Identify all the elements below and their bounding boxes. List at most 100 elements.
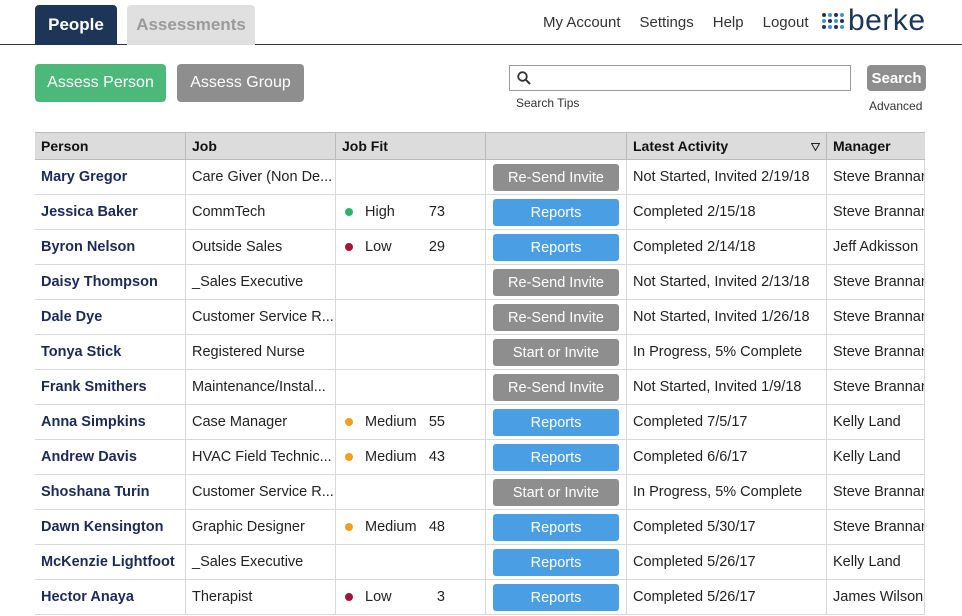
logo-dot — [822, 13, 826, 17]
table-row[interactable]: Tonya Stick Registered Nurse Start or Invi… — [35, 335, 925, 370]
job-cell: HVAC Field Technic... — [185, 440, 335, 474]
latest-activity-cell: Not Started, Invited 1/9/18 — [626, 370, 826, 404]
person-name-link[interactable]: McKenzie Lightfoot — [35, 545, 185, 579]
job-fit-cell: Medium 43 — [335, 440, 485, 474]
header-person[interactable]: Person — [35, 133, 185, 160]
table-row[interactable]: Frank Smithers Maintenance/Instal... Re-Se… — [35, 370, 925, 405]
table-row[interactable]: Mary Gregor Care Giver (Non De... Re-Send … — [35, 160, 925, 195]
table-row[interactable]: Jessica Baker CommTech High 73 Reports Comple… — [35, 195, 925, 230]
action-cell: Re-Send Invite — [485, 265, 626, 299]
search-box — [509, 65, 851, 91]
reports-button[interactable]: Reports — [493, 584, 619, 611]
table-row[interactable]: Daisy Thompson _Sales Executive Re-Send In… — [35, 265, 925, 300]
person-name-link[interactable]: Frank Smithers — [35, 370, 185, 404]
logo-dot — [828, 19, 832, 23]
action-cell: Re-Send Invite — [485, 370, 626, 404]
person-name-link[interactable]: Anna Simpkins — [35, 405, 185, 439]
person-name-link[interactable]: Mary Gregor — [35, 160, 185, 194]
job-cell: Outside Sales — [185, 230, 335, 264]
resend-invite-button[interactable]: Re-Send Invite — [493, 164, 619, 191]
header-job-fit[interactable]: Job Fit — [335, 133, 485, 160]
job-cell: Care Giver (Non De... — [185, 160, 335, 194]
person-name-link[interactable]: Dawn Kensington — [35, 510, 185, 544]
table-row[interactable]: Byron Nelson Outside Sales Low 29 Reports Com… — [35, 230, 925, 265]
header-manager[interactable]: Manager — [826, 133, 925, 160]
assess-person-button[interactable]: Assess Person — [35, 64, 166, 102]
action-cell: Start or Invite — [485, 475, 626, 509]
logo-dot — [828, 25, 832, 29]
job-fit-cell — [335, 545, 485, 579]
manager-cell: James Wilson — [826, 580, 925, 614]
reports-button[interactable]: Reports — [493, 549, 619, 576]
search-icon — [517, 71, 531, 85]
tab-people[interactable]: People — [35, 5, 117, 45]
search-tips-link[interactable]: Search Tips — [516, 96, 579, 110]
action-cell: Reports — [485, 195, 626, 229]
search-input[interactable] — [536, 68, 846, 88]
start-or-invite-button[interactable]: Start or Invite — [493, 339, 619, 366]
reports-button[interactable]: Reports — [493, 409, 619, 436]
header-job[interactable]: Job — [185, 133, 335, 160]
manager-cell: Steve Brannan — [826, 475, 925, 509]
reports-button[interactable]: Reports — [493, 199, 619, 226]
fit-score: 3 — [436, 589, 445, 605]
nav-my-account[interactable]: My Account — [543, 14, 621, 31]
person-name-link[interactable]: Byron Nelson — [35, 230, 185, 264]
manager-cell: Steve Brannan — [826, 335, 925, 369]
logo-dot — [840, 13, 844, 17]
manager-cell: Steve Brannan — [826, 265, 925, 299]
table-row[interactable]: Anna Simpkins Case Manager Medium 55 Reports… — [35, 405, 925, 440]
nav-help[interactable]: Help — [713, 14, 744, 31]
job-cell: _Sales Executive — [185, 265, 335, 299]
latest-activity-cell: In Progress, 5% Complete — [626, 475, 826, 509]
action-cell: Reports — [485, 510, 626, 544]
latest-activity-cell: Not Started, Invited 2/19/18 — [626, 160, 826, 194]
fit-score: 29 — [428, 239, 445, 255]
job-fit-cell — [335, 300, 485, 334]
latest-activity-cell: Completed 2/15/18 — [626, 195, 826, 229]
reports-button[interactable]: Reports — [493, 514, 619, 541]
fit-level: High — [365, 204, 395, 220]
triangle-down-icon[interactable] — [811, 143, 820, 151]
assess-group-button[interactable]: Assess Group — [177, 64, 304, 102]
table-row[interactable]: Dawn Kensington Graphic Designer Medium 48 R… — [35, 510, 925, 545]
table-body: Mary Gregor Care Giver (Non De... Re-Send … — [35, 160, 925, 615]
resend-invite-button[interactable]: Re-Send Invite — [493, 269, 619, 296]
resend-invite-button[interactable]: Re-Send Invite — [493, 374, 619, 401]
tab-assessments[interactable]: Assessments — [127, 5, 255, 45]
resend-invite-button[interactable]: Re-Send Invite — [493, 304, 619, 331]
start-or-invite-button[interactable]: Start or Invite — [493, 479, 619, 506]
nav-logout[interactable]: Logout — [763, 14, 809, 31]
person-name-link[interactable]: Shoshana Turin — [35, 475, 185, 509]
person-name-link[interactable]: Tonya Stick — [35, 335, 185, 369]
person-name-link[interactable]: Daisy Thompson — [35, 265, 185, 299]
account-nav: My Account Settings Help Logout — [543, 14, 828, 31]
table-row[interactable]: Shoshana Turin Customer Service R... Start… — [35, 475, 925, 510]
latest-activity-cell: Not Started, Invited 1/26/18 — [626, 300, 826, 334]
header-latest-activity[interactable]: Latest Activity — [626, 133, 826, 160]
latest-activity-cell: Completed 5/30/17 — [626, 510, 826, 544]
table-row[interactable]: Andrew Davis HVAC Field Technic... Medium 4… — [35, 440, 925, 475]
person-name-link[interactable]: Jessica Baker — [35, 195, 185, 229]
advanced-search-link[interactable]: Advanced — [869, 99, 922, 113]
person-name-link[interactable]: Andrew Davis — [35, 440, 185, 474]
logo-dot — [834, 13, 838, 17]
manager-cell: Steve Brannan — [826, 370, 925, 404]
logo-dots-icon — [822, 13, 844, 29]
manager-cell: Steve Brannan — [826, 195, 925, 229]
job-cell: Case Manager — [185, 405, 335, 439]
table-row[interactable]: Hector Anaya Therapist Low 3 Reports Complete… — [35, 580, 925, 615]
reports-button[interactable]: Reports — [493, 234, 619, 261]
fit-level: Medium — [365, 519, 417, 535]
person-name-link[interactable]: Dale Dye — [35, 300, 185, 334]
nav-settings[interactable]: Settings — [640, 14, 694, 31]
action-cell: Reports — [485, 580, 626, 614]
latest-activity-cell: Completed 2/14/18 — [626, 230, 826, 264]
table-row[interactable]: McKenzie Lightfoot _Sales Executive Report… — [35, 545, 925, 580]
search-button[interactable]: Search — [867, 65, 926, 91]
reports-button[interactable]: Reports — [493, 444, 619, 471]
person-name-link[interactable]: Hector Anaya — [35, 580, 185, 614]
job-fit-cell: Low 29 — [335, 230, 485, 264]
table-row[interactable]: Dale Dye Customer Service R... Re-Send Inv… — [35, 300, 925, 335]
job-fit-cell: Medium 48 — [335, 510, 485, 544]
